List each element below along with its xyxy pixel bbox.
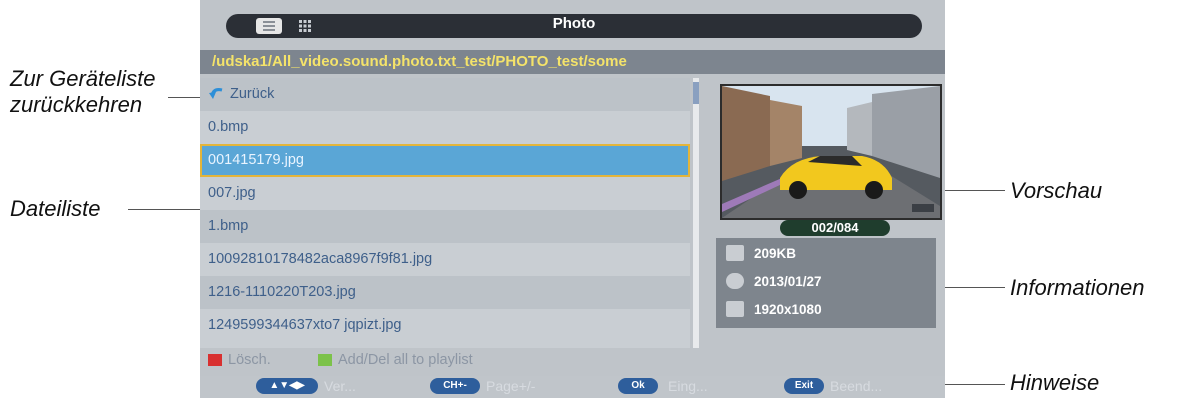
red-key-icon xyxy=(208,354,222,366)
file-size-icon xyxy=(726,245,744,261)
exit-button[interactable]: Exit xyxy=(784,378,824,394)
title-bar: Photo xyxy=(226,14,922,38)
callout-hints-leader xyxy=(945,384,1005,385)
hint-line: Lösch. Add/Del all to playlist xyxy=(200,350,690,372)
callout-preview: Vorschau xyxy=(1010,178,1103,203)
ch-label: Page+/- xyxy=(486,378,536,394)
path-bar: /udska1/All_video.sound.photo.txt_test/P… xyxy=(200,50,945,74)
file-list-item[interactable]: 1216-1110220T203.jpg xyxy=(200,276,690,309)
callout-file-list-leader xyxy=(128,209,200,210)
tv-screen: Photo /udska1/All_video.sound.photo.txt_… xyxy=(200,0,945,398)
window-title: Photo xyxy=(552,15,596,32)
ok-label: Eing... xyxy=(668,378,708,394)
file-list-item[interactable]: 1.bmp xyxy=(200,210,690,243)
callout-device-list-line2: zurückkehren xyxy=(10,92,143,117)
file-name: 1249599344637xto7 jqpizt.jpg xyxy=(208,317,402,333)
exit-label: Beend... xyxy=(830,378,883,394)
image-counter: 002/084 xyxy=(780,220,890,236)
delete-hint: Lösch. xyxy=(228,352,271,368)
scrollbar-thumb[interactable] xyxy=(693,82,699,104)
green-key-icon xyxy=(318,354,332,366)
back-arrow-icon xyxy=(209,88,223,99)
file-name: 0.bmp xyxy=(208,119,249,135)
file-name: 10092810178482aca8967f9f81.jpg xyxy=(208,251,433,267)
file-list-item[interactable]: 1249599344637xto7 jqpizt.jpg xyxy=(200,309,690,342)
callout-device-list-line1: Zur Geräteliste xyxy=(10,66,156,91)
file-list-item[interactable]: 0.bmp xyxy=(200,111,690,144)
back-item-label: Zurück xyxy=(230,86,275,102)
preview-image xyxy=(720,84,942,220)
file-list: Zurück 0.bmp 001415179.jpg 007.jpg 1.bmp… xyxy=(200,78,690,348)
back-item[interactable]: Zurück xyxy=(200,78,690,111)
callout-file-list: Dateiliste xyxy=(10,196,101,221)
callout-info: Informationen xyxy=(1010,275,1145,300)
playlist-hint: Add/Del all to playlist xyxy=(338,352,473,368)
footer-hints: ▲▼◀▶ Ver... CH+- Page+/- Ok Eing... Exit… xyxy=(200,376,945,398)
file-list-item-selected[interactable]: 001415179.jpg xyxy=(200,144,690,177)
nav-button[interactable]: ▲▼◀▶ xyxy=(256,378,318,394)
info-panel: 209KB 2013/01/27 1920x1080 xyxy=(716,238,936,328)
file-name: 007.jpg xyxy=(208,185,256,201)
callout-device-list-leader xyxy=(168,97,200,98)
file-name: 1216-1110220T203.jpg xyxy=(208,284,356,300)
calendar-icon xyxy=(726,273,744,289)
ch-button[interactable]: CH+- xyxy=(430,378,480,394)
file-list-item[interactable]: 10092810178482aca8967f9f81.jpg xyxy=(200,243,690,276)
callout-device-list: Zur Geräteliste zurückkehren xyxy=(10,66,156,118)
info-date-value: 2013/01/27 xyxy=(754,274,822,289)
info-size-value: 209KB xyxy=(754,246,797,261)
file-list-scrollbar[interactable] xyxy=(693,78,699,348)
file-list-item[interactable]: 007.jpg xyxy=(200,177,690,210)
car-photo-image xyxy=(722,86,940,218)
callout-hints: Hinweise xyxy=(1010,370,1100,395)
nav-label: Ver... xyxy=(324,378,356,394)
ok-button[interactable]: Ok xyxy=(618,378,658,394)
file-name: 1.bmp xyxy=(208,218,249,234)
resolution-icon xyxy=(726,301,744,317)
current-path: /udska1/All_video.sound.photo.txt_test/P… xyxy=(212,53,627,70)
file-name: 001415179.jpg xyxy=(208,152,304,168)
info-resolution-value: 1920x1080 xyxy=(754,302,822,317)
